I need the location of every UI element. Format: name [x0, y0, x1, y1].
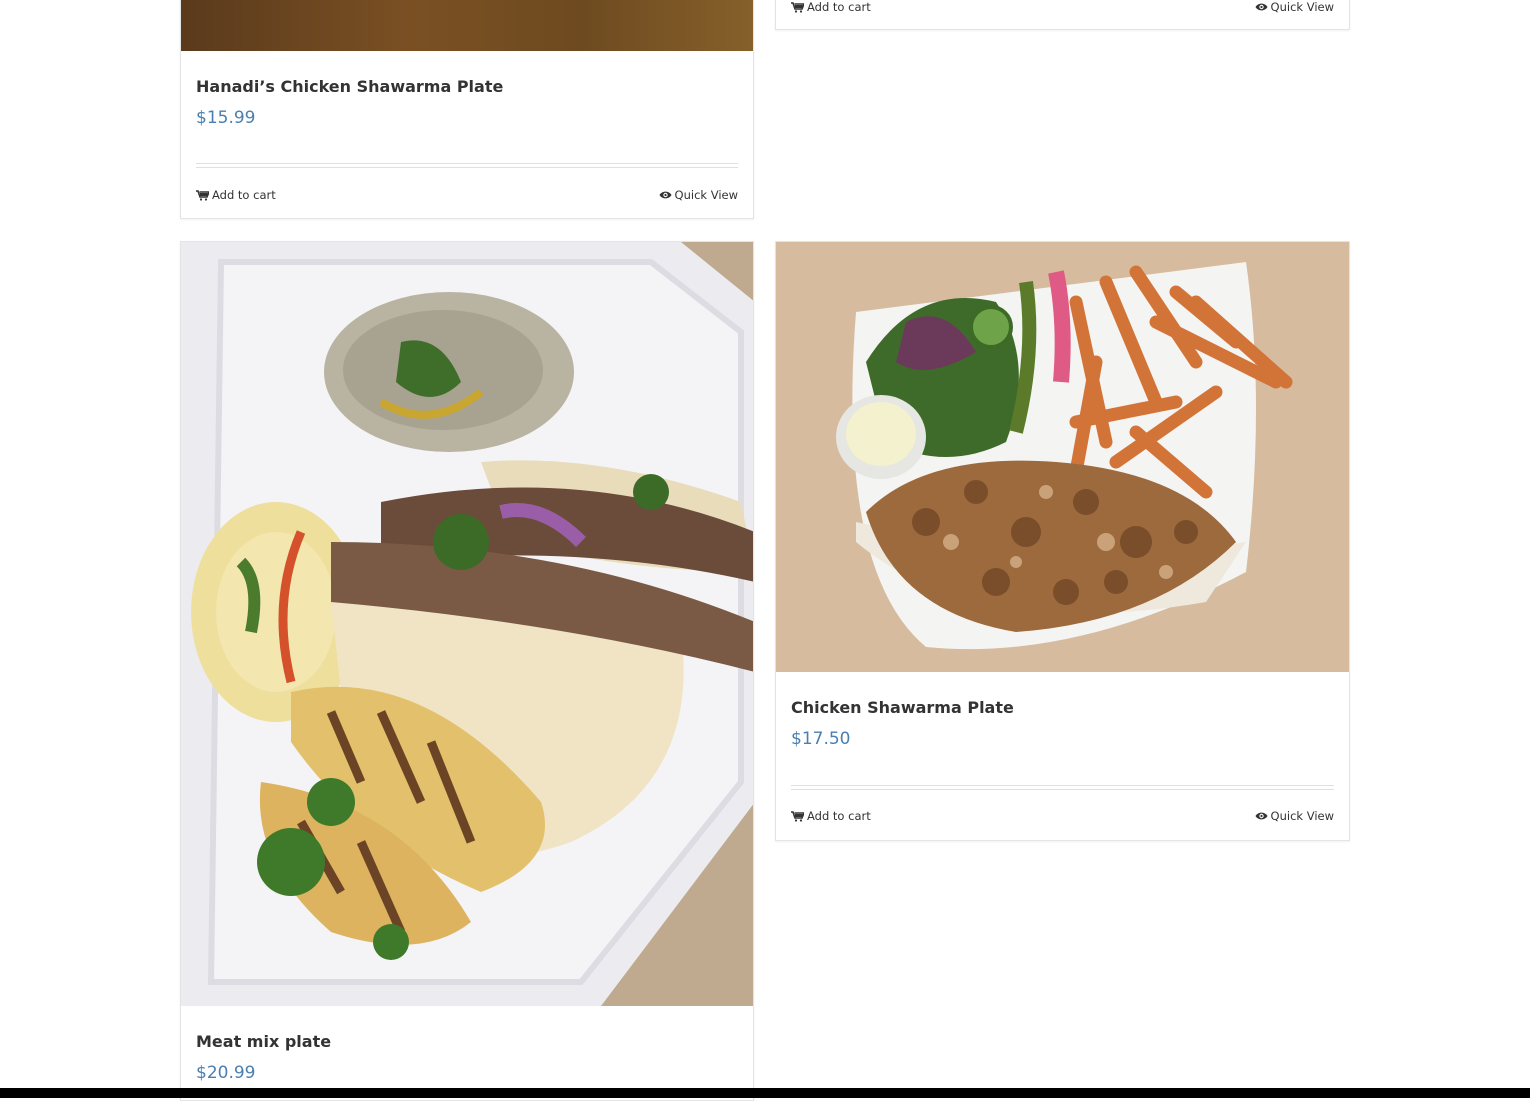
product-price: $15.99	[196, 108, 256, 128]
product-card-top-right: Add to cart Quick View	[775, 0, 1350, 30]
quick-view-label: Quick View	[674, 188, 738, 202]
quick-view-button[interactable]: Quick View	[1255, 809, 1334, 823]
product-card-meat-mix-plate: Meat mix plate $20.99	[180, 241, 754, 1101]
chicken-shawarma-plate-photo	[776, 242, 1349, 672]
add-to-cart-label: Add to cart	[807, 0, 871, 14]
cart-icon	[791, 810, 804, 822]
quick-view-button[interactable]: Quick View	[1255, 0, 1334, 14]
cart-icon	[196, 189, 209, 201]
product-image[interactable]	[181, 0, 753, 51]
quick-view-label: Quick View	[1270, 0, 1334, 14]
eye-icon	[1255, 2, 1268, 12]
meat-mix-plate-photo	[181, 242, 753, 1006]
quick-view-label: Quick View	[1270, 809, 1334, 823]
product-price: $20.99	[196, 1063, 256, 1083]
add-to-cart-label: Add to cart	[807, 809, 871, 823]
eye-icon	[659, 190, 672, 200]
add-to-cart-button[interactable]: Add to cart	[791, 809, 871, 823]
add-to-cart-label: Add to cart	[212, 188, 276, 202]
add-to-cart-button[interactable]: Add to cart	[791, 0, 871, 14]
product-title[interactable]: Meat mix plate	[196, 1032, 331, 1051]
quick-view-button[interactable]: Quick View	[659, 188, 738, 202]
product-card-chicken-shawarma-plate: Chicken Shawarma Plate $17.50 Add to car…	[775, 241, 1350, 841]
product-title[interactable]: Hanadi’s Chicken Shawarma Plate	[196, 77, 503, 96]
product-image[interactable]	[776, 242, 1349, 672]
cart-icon	[791, 1, 804, 13]
product-image[interactable]	[181, 242, 753, 1006]
product-title[interactable]: Chicken Shawarma Plate	[791, 698, 1014, 717]
product-card-hanadis-chicken-shawarma: Hanadi’s Chicken Shawarma Plate $15.99 A…	[180, 0, 754, 219]
product-price: $17.50	[791, 729, 851, 749]
eye-icon	[1255, 811, 1268, 821]
divider	[196, 163, 738, 168]
divider	[791, 785, 1334, 790]
footer-bar	[0, 1088, 1530, 1098]
add-to-cart-button[interactable]: Add to cart	[196, 188, 276, 202]
